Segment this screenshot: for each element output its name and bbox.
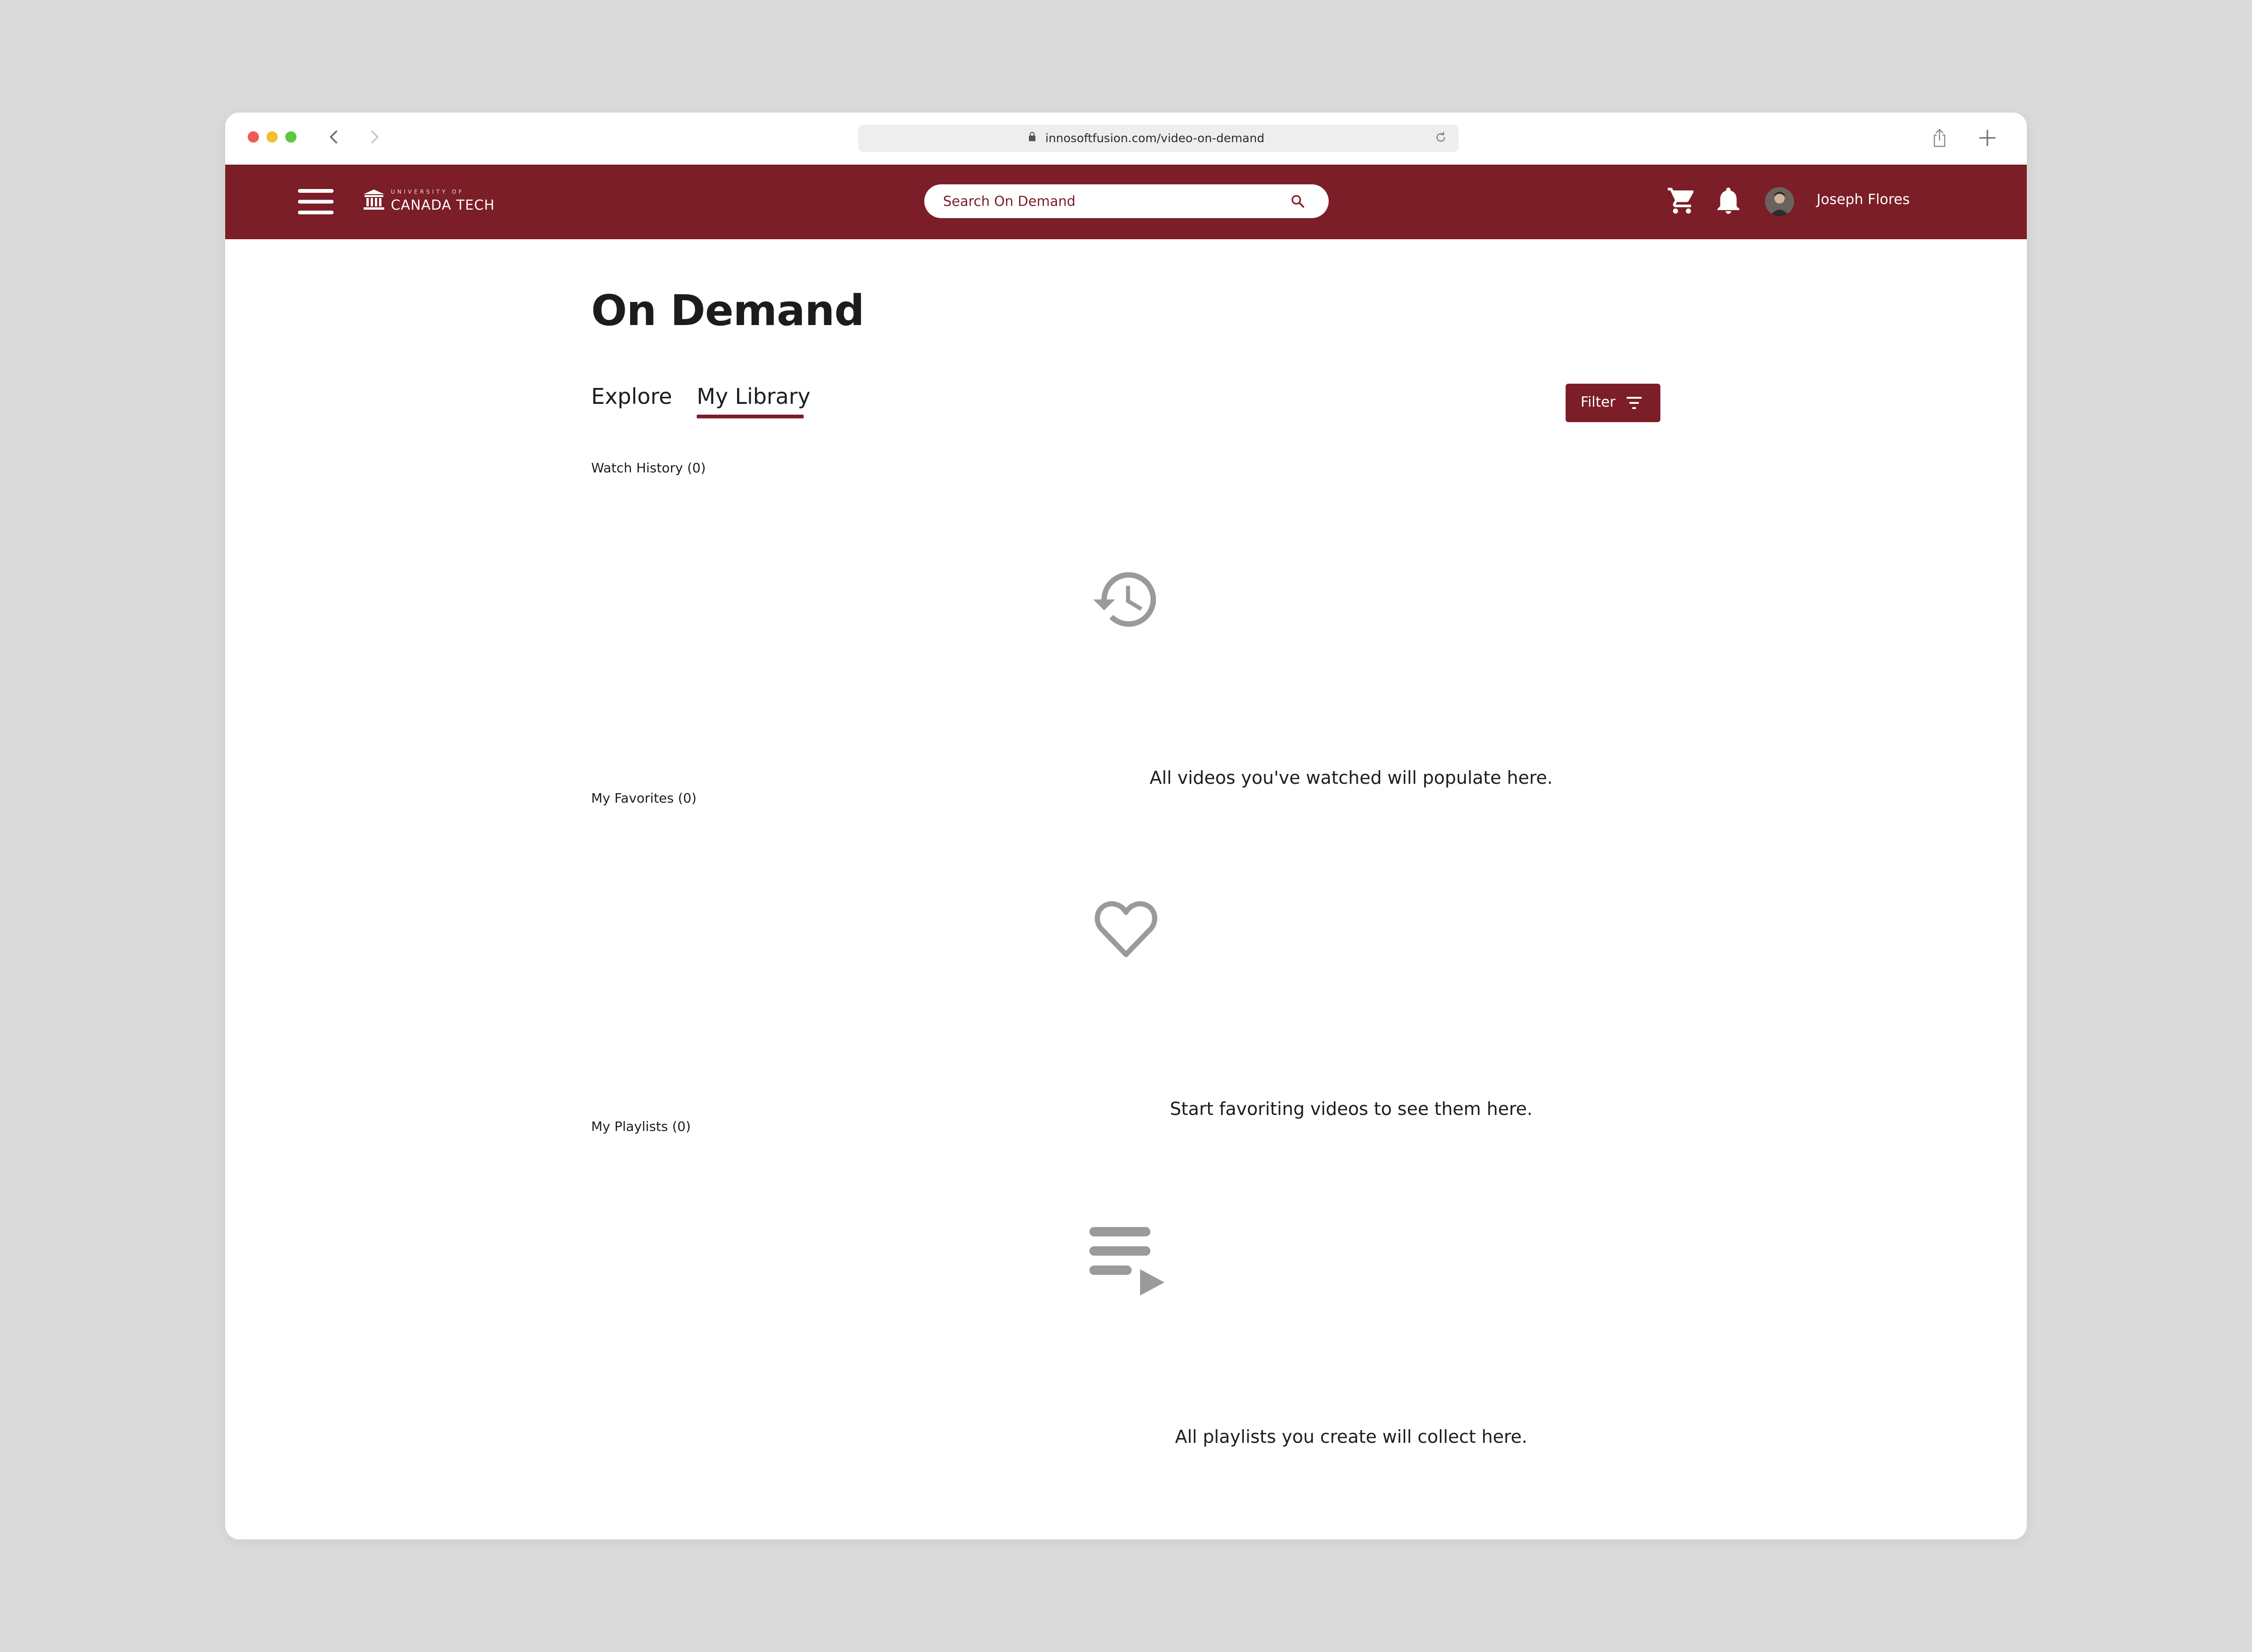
reload-icon[interactable]: [1434, 130, 1448, 144]
user-photo: [1765, 187, 1794, 216]
minimize-window-button[interactable]: [266, 131, 278, 143]
heart-icon: [1095, 901, 1157, 957]
lock-icon: [1029, 132, 1035, 141]
share-icon[interactable]: [1930, 128, 1949, 148]
search-placeholder[interactable]: Search On Demand: [943, 184, 1075, 218]
institution-icon: [364, 189, 384, 210]
watch-history-empty-message: All videos you've watched will populate …: [1149, 767, 1553, 788]
playlist-icon: [1089, 1227, 1164, 1296]
new-tab-plus-icon[interactable]: [1978, 129, 1997, 147]
user-name[interactable]: Joseph Flores: [1817, 191, 1910, 208]
cart-icon[interactable]: [1666, 185, 1697, 216]
browser-window: innosoftfusion.com/video-on-demand UNIVE…: [225, 113, 2027, 1539]
browser-toolbar: innosoftfusion.com/video-on-demand: [225, 113, 2027, 165]
active-tab-indicator: [697, 415, 804, 418]
bell-icon[interactable]: [1715, 186, 1742, 215]
address-bar-url[interactable]: innosoftfusion.com/video-on-demand: [1045, 127, 1264, 150]
brand-name: CANADA TECH: [391, 197, 495, 213]
tab-my-library[interactable]: My Library: [697, 384, 810, 409]
my-playlists-empty-message: All playlists you create will collect he…: [1175, 1426, 1528, 1447]
my-playlists-heading: My Playlists (0): [591, 1119, 691, 1134]
back-arrow-icon[interactable]: [324, 127, 344, 147]
my-favorites-empty-message: Start favoriting videos to see them here…: [1170, 1099, 1533, 1119]
tab-explore[interactable]: Explore: [591, 384, 672, 409]
filter-icon: [1627, 397, 1642, 409]
forward-arrow-icon[interactable]: [364, 127, 385, 147]
my-favorites-heading: My Favorites (0): [591, 790, 697, 806]
search-icon[interactable]: [1290, 194, 1305, 209]
university-logo[interactable]: UNIVERSITY OF CANADA TECH: [363, 187, 513, 217]
avatar[interactable]: [1765, 187, 1794, 216]
maximize-window-button[interactable]: [285, 131, 297, 143]
brand-subtitle: UNIVERSITY OF: [391, 189, 464, 195]
history-icon: [1093, 572, 1156, 627]
close-window-button[interactable]: [248, 131, 259, 143]
search-input[interactable]: Search On Demand: [924, 184, 1329, 218]
filter-button[interactable]: Filter: [1566, 384, 1660, 422]
page-title: On Demand: [591, 286, 865, 335]
watch-history-heading: Watch History (0): [591, 460, 706, 476]
filter-button-label: Filter: [1581, 394, 1616, 410]
menu-icon[interactable]: [298, 189, 334, 214]
app-header: UNIVERSITY OF CANADA TECH Search On Dema…: [225, 165, 2027, 239]
